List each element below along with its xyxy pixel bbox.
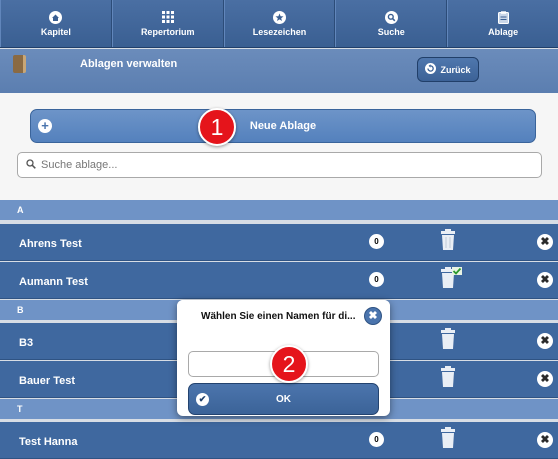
trash-icon[interactable] — [440, 328, 456, 353]
nav-item-kapitel[interactable]: Kapitel — [0, 0, 112, 47]
grid-icon — [161, 11, 174, 24]
nav-label-lesezeichen: Lesezeichen — [252, 26, 307, 37]
delete-icon[interactable]: ✖ — [537, 234, 553, 250]
nav-label-kapitel: Kapitel — [40, 26, 71, 37]
delete-icon[interactable]: ✖ — [537, 371, 553, 387]
list-item[interactable]: Ahrens Test 0 ✖ — [0, 224, 558, 261]
nav-item-lesezeichen[interactable]: Lesezeichen — [223, 0, 336, 47]
count-badge: 0 — [369, 432, 384, 447]
delete-icon[interactable]: ✖ — [537, 432, 553, 448]
book-icon — [13, 55, 26, 73]
home-icon — [49, 10, 63, 24]
dialog-title: Wählen Sie einen Namen für di... — [177, 300, 390, 333]
close-icon[interactable]: ✖ — [364, 307, 382, 325]
search-icon — [26, 156, 36, 174]
list-item-name: Ahrens Test — [19, 238, 82, 250]
back-button[interactable]: Zurück — [417, 57, 479, 82]
nav-item-suche[interactable]: Suche — [335, 0, 448, 47]
trash-icon[interactable] — [440, 229, 456, 254]
trash-check-icon[interactable] — [440, 267, 464, 292]
search-icon — [384, 10, 398, 24]
content-area: + Neue Ablage — [0, 93, 558, 200]
nav-item-repertorium[interactable]: Repertorium — [111, 0, 224, 47]
list-item[interactable]: Test Hanna 0 ✖ — [0, 422, 558, 459]
list-item-name: Bauer Test — [19, 375, 76, 387]
check-icon: ✔ — [196, 393, 209, 406]
section-divider-a: A — [0, 200, 558, 220]
delete-icon[interactable]: ✖ — [537, 333, 553, 349]
search-input[interactable] — [41, 159, 521, 171]
plus-icon: + — [38, 119, 52, 133]
trash-icon[interactable] — [440, 427, 456, 452]
ok-button[interactable]: ✔ OK — [188, 383, 379, 415]
back-button-label: Zurück — [440, 64, 471, 75]
header-bar: Ablagen verwalten Zurück — [0, 49, 558, 93]
nav-label-suche: Suche — [377, 26, 405, 37]
page-title: Ablagen verwalten — [80, 58, 178, 70]
search-box[interactable] — [17, 152, 542, 178]
count-badge: 0 — [369, 272, 384, 287]
list-item-name: Aumann Test — [19, 276, 88, 288]
nav-item-ablage[interactable]: Ablage — [447, 0, 558, 47]
new-ablage-label: Neue Ablage — [249, 120, 317, 132]
trash-icon[interactable] — [440, 366, 456, 391]
step-marker-2: 2 — [270, 345, 308, 383]
list-item-name: Test Hanna — [19, 436, 78, 448]
new-ablage-button[interactable]: + Neue Ablage — [30, 109, 536, 143]
nav-label-ablage: Ablage — [488, 26, 519, 37]
back-arrow-icon — [425, 63, 437, 76]
clipboard-icon — [497, 10, 510, 24]
ok-button-label: OK — [276, 393, 291, 405]
list-item[interactable]: Aumann Test 0 ✖ — [0, 262, 558, 299]
star-icon — [272, 10, 286, 24]
nav-label-repertorium: Repertorium — [140, 26, 195, 37]
step-marker-1: 1 — [198, 108, 236, 146]
top-navigation: Kapitel Repertorium Lesezeichen Suche Ab… — [0, 0, 558, 48]
list-item-name: B3 — [19, 337, 34, 349]
count-badge: 0 — [369, 234, 384, 249]
delete-icon[interactable]: ✖ — [537, 272, 553, 288]
